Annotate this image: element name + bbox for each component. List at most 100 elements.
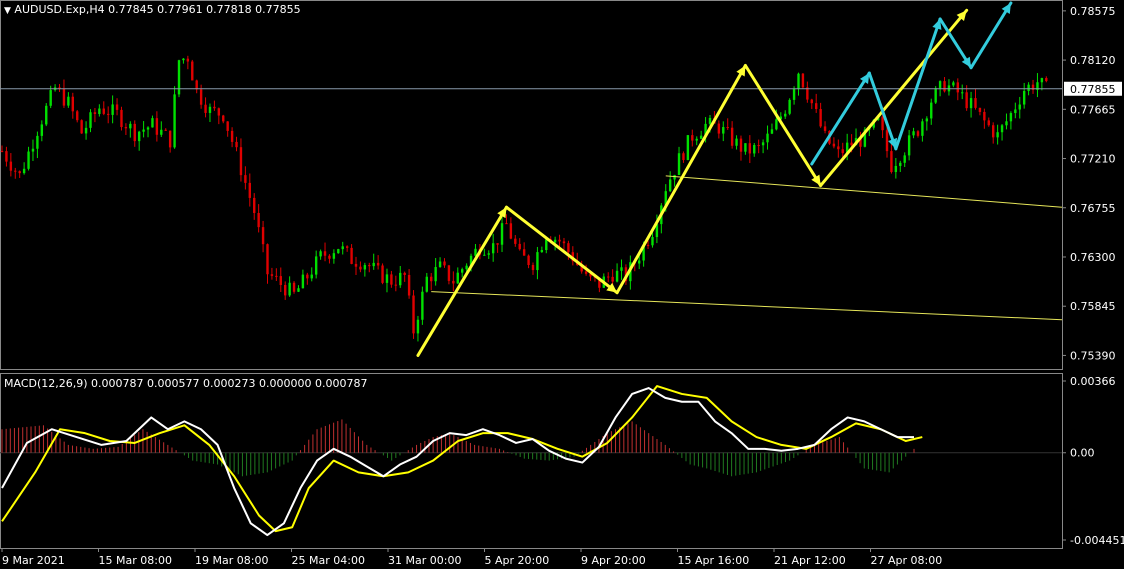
candle-body [213, 106, 216, 109]
candle-body [98, 108, 101, 114]
candle-body [770, 129, 774, 134]
candle-body [483, 254, 486, 256]
symbol-header: ▼ AUDUSD.Exp,H4 0.77845 0.77961 0.77818 … [4, 3, 301, 16]
background [0, 0, 1124, 569]
time-tick-label: 31 Mar 00:00 [388, 554, 461, 567]
candle-body [18, 171, 21, 174]
candle-body [726, 127, 729, 129]
candle-body [164, 129, 167, 131]
candle-body [107, 113, 110, 115]
candle-body [673, 174, 676, 180]
candle-body [801, 73, 805, 88]
candle-body [368, 265, 371, 267]
candle-body [49, 90, 52, 106]
price-tick-label: 0.77665 [1070, 103, 1116, 116]
candle-body [899, 162, 902, 166]
candle-body [354, 263, 358, 267]
candle-body [270, 274, 274, 276]
candle-body [115, 104, 119, 110]
candle-body [230, 130, 234, 142]
candle-body [735, 138, 738, 146]
candle-body [1018, 104, 1021, 110]
price-tick-label: 0.76755 [1070, 202, 1116, 215]
candle-body [142, 129, 145, 132]
candle-body [226, 121, 229, 131]
candle-body [894, 165, 898, 173]
candle-body [952, 82, 955, 86]
candle-body [461, 269, 464, 273]
candle-body [518, 243, 521, 250]
candle-body [376, 262, 380, 266]
candle-body [217, 108, 221, 116]
candle-body [341, 246, 344, 250]
candle-body [323, 251, 327, 256]
candle-body [345, 246, 349, 248]
candle-body [885, 130, 889, 152]
candle-body [1040, 78, 1044, 83]
candle-body [199, 89, 203, 105]
candle-body [195, 80, 198, 90]
candle-body [328, 255, 331, 259]
candle-body [677, 153, 681, 175]
candle-body [717, 123, 721, 134]
macd-tick-label: -0.004451 [1070, 534, 1124, 547]
candle-body [261, 227, 265, 245]
candle-body [465, 265, 468, 270]
candle-body [730, 127, 734, 146]
candle-body [722, 127, 725, 134]
candle-body [810, 99, 813, 104]
candle-body [381, 265, 384, 283]
candle-body [496, 243, 499, 245]
symbol-ohlc-text: AUDUSD.Exp,H4 0.77845 0.77961 0.77818 0.… [14, 3, 301, 16]
macd-values-text: MACD(12,26,9) 0.000787 0.000577 0.000273… [4, 377, 368, 390]
candle-body [447, 265, 451, 281]
candle-body [124, 127, 128, 129]
candle-body [761, 142, 765, 146]
candle-body [235, 141, 238, 148]
candle-body [443, 261, 446, 266]
candle-body [930, 102, 933, 119]
candle-body [36, 135, 39, 149]
candle-body [111, 104, 114, 115]
candle-body [173, 94, 176, 148]
candle-body [815, 103, 818, 110]
candle-body [266, 244, 269, 275]
candle-body [71, 96, 74, 112]
candle-body [562, 241, 566, 244]
candle-body [40, 124, 44, 136]
price-chart[interactable]: 0.78575 0.78120 0.77665 0.77210 0.76755 0.763… [0, 0, 1124, 569]
candle-body [239, 147, 243, 176]
candle-body [766, 133, 769, 143]
macd-header: MACD(12,26,9) 0.000787 0.000577 0.000273… [4, 377, 367, 390]
candle-body [987, 120, 990, 126]
dropdown-triangle-icon[interactable]: ▼ [4, 6, 11, 16]
candle-body [620, 267, 623, 271]
candle-body [487, 253, 490, 255]
candle-body [819, 109, 822, 127]
candle-body [394, 284, 398, 286]
candle-body [292, 282, 296, 292]
candle-body [881, 116, 884, 131]
price-tick-label: 0.77210 [1070, 153, 1116, 166]
candle-body [545, 239, 548, 251]
candle-body [120, 109, 123, 128]
candle-body [536, 252, 539, 271]
candle-body [45, 105, 48, 125]
candle-body [421, 291, 424, 320]
candle-body [775, 119, 778, 130]
candle-body [191, 61, 194, 81]
time-tick-label: 21 Apr 12:00 [774, 554, 846, 567]
candle-body [403, 272, 406, 275]
candle-body [682, 153, 685, 161]
candle-body [956, 82, 959, 93]
candle-body [788, 99, 791, 114]
candle-body [978, 107, 982, 112]
candle-body [416, 319, 420, 334]
candle-body [332, 253, 336, 259]
candle-body [182, 58, 185, 61]
candle-body [27, 151, 30, 169]
candle-body [890, 151, 893, 173]
candle-body [850, 142, 853, 146]
candle-body [279, 276, 282, 285]
candle-body [434, 267, 437, 282]
